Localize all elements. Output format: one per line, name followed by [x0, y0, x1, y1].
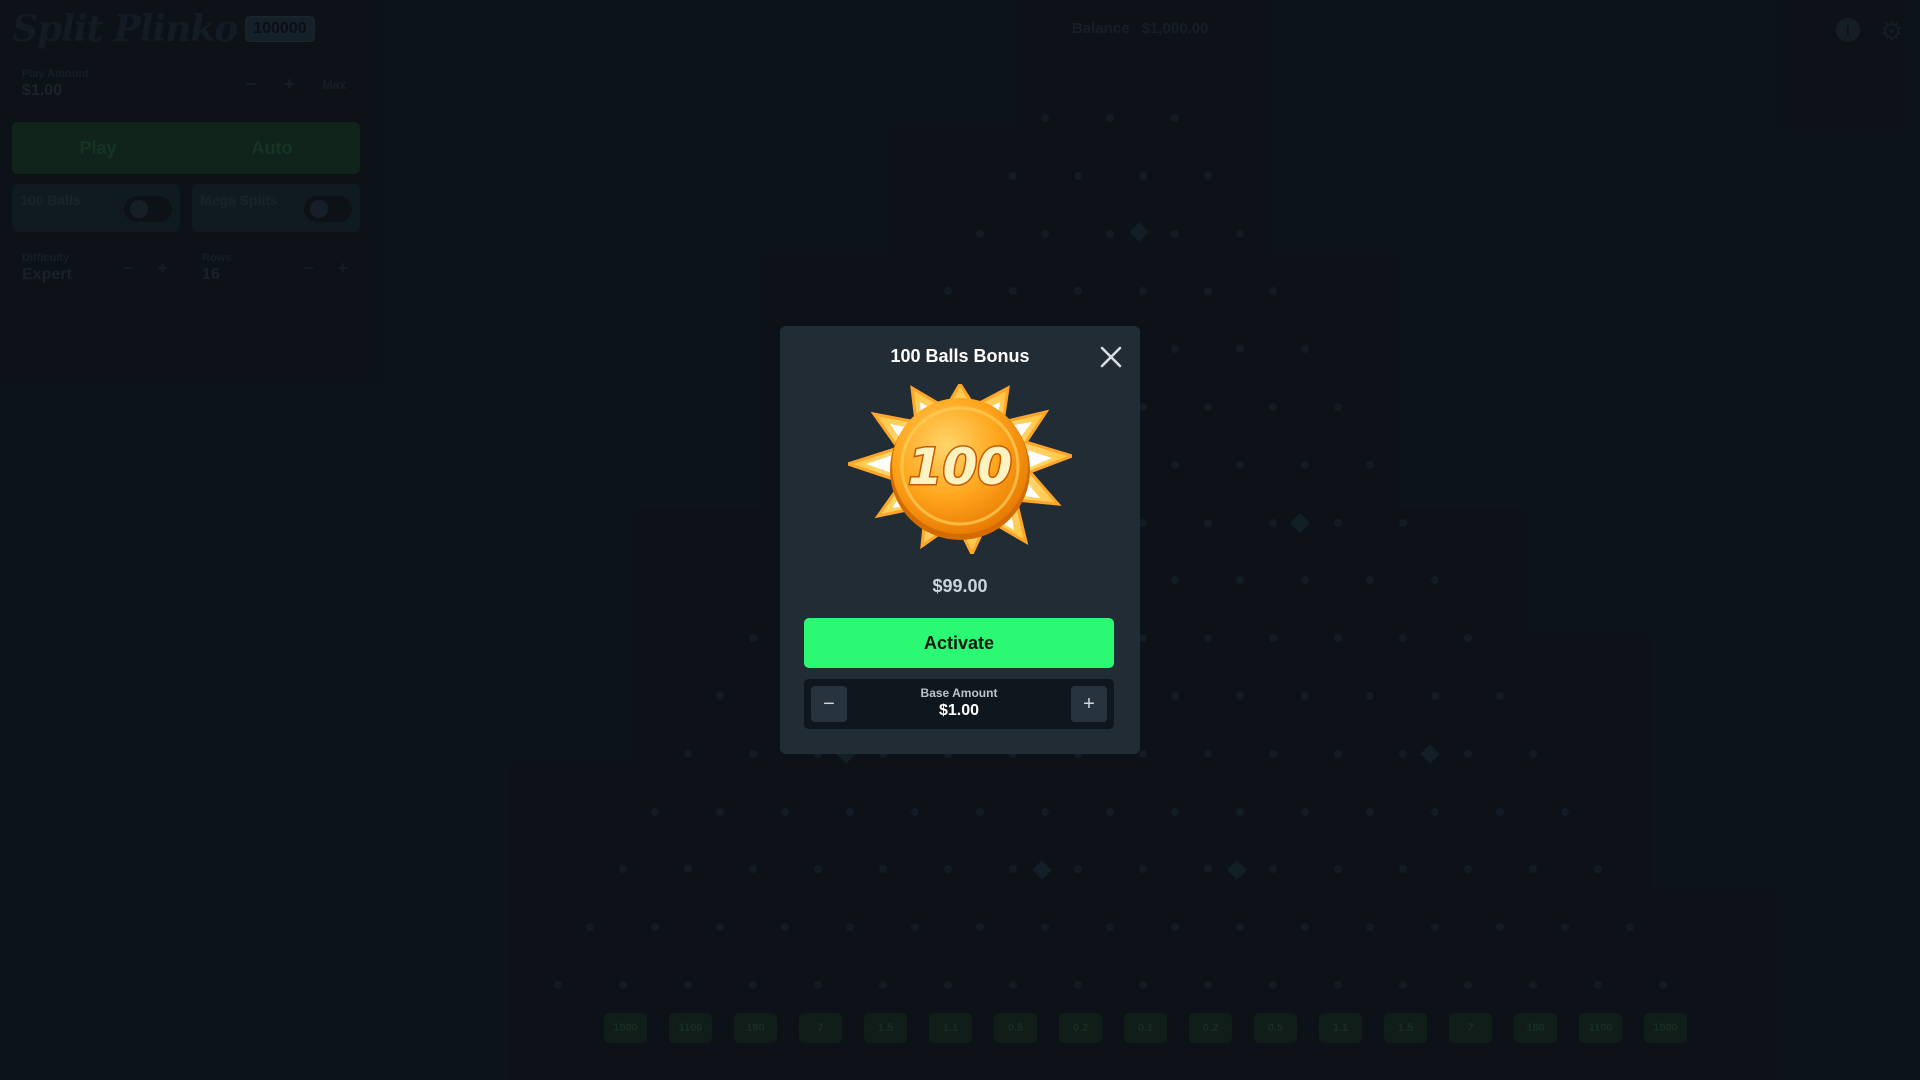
base-amount-label: Base Amount [920, 686, 998, 700]
bonus-modal: 100 Balls Bonus 100 $99.00 Activate − Ba… [780, 326, 1140, 754]
coin-100-icon: 100 [843, 381, 1077, 558]
plus-icon: + [1083, 692, 1095, 715]
bonus-price: $99.00 [932, 576, 988, 596]
coin-text: 100 [908, 438, 1012, 496]
modal-title: 100 Balls Bonus [890, 346, 1030, 366]
activate-button[interactable]: Activate [804, 618, 1114, 668]
base-amount-value: $1.00 [938, 702, 980, 719]
close-icon [1100, 346, 1122, 368]
base-amount-stepper: − Base Amount $1.00 + [804, 679, 1114, 729]
increase-base-amount-button[interactable]: + [1071, 686, 1107, 722]
close-button[interactable] [1098, 344, 1124, 370]
coin-illustration: 100 [843, 381, 1077, 558]
